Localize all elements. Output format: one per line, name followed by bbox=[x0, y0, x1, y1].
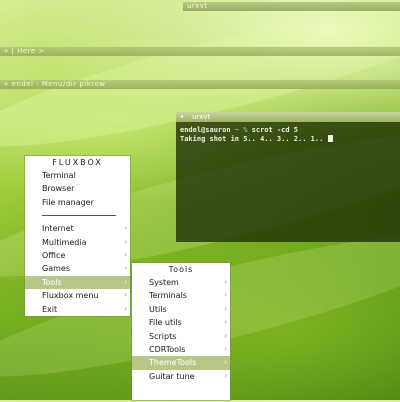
menu-item-label: System bbox=[149, 278, 179, 287]
menu-item-label: Exit bbox=[42, 304, 58, 314]
menu-item-fluxbox-menu[interactable]: Fluxbox menu › bbox=[25, 289, 130, 302]
menu-item-label: ThemeTools bbox=[149, 358, 197, 368]
window-titlebar-urxvt[interactable]: urxvt bbox=[183, 2, 400, 11]
menu-item-label: Office bbox=[42, 250, 66, 260]
menu-separator bbox=[42, 215, 116, 217]
tools-item-terminals[interactable]: Terminals › bbox=[132, 289, 230, 302]
tools-item-utils[interactable]: Utils › bbox=[132, 303, 230, 316]
chevron-right-icon: › bbox=[224, 278, 227, 286]
menu-item-label: CDRTools bbox=[149, 344, 186, 354]
chevron-right-icon: › bbox=[224, 344, 227, 353]
menu-item-label: Multimedia bbox=[42, 237, 87, 247]
menu-item-multimedia[interactable]: Multimedia › bbox=[25, 236, 130, 249]
window-titlebar[interactable]: » endel : Menu/dir pikrow bbox=[0, 80, 400, 89]
chevron-right-icon: › bbox=[224, 318, 227, 327]
command-output: Taking shot in 5.. 4.. 3.. 2.. 1.. bbox=[180, 135, 328, 143]
chevron-right-icon: › bbox=[124, 277, 127, 286]
chevron-right-icon: › bbox=[124, 264, 127, 273]
window-menu-icon[interactable]: ◂ bbox=[180, 112, 183, 122]
menu-title: Tools bbox=[168, 265, 194, 274]
menu-item-label: Guitar tune bbox=[149, 371, 195, 381]
terminal-titlebar[interactable]: ◂ urxvt bbox=[176, 112, 400, 122]
terminal-screen[interactable]: endel@sauron ~ % scrot -cd 5 Taking shot… bbox=[180, 126, 396, 242]
tools-item-cdrtools[interactable]: CDRTools › bbox=[132, 343, 230, 356]
chevron-right-icon: › bbox=[124, 224, 127, 233]
menu-item-exit[interactable]: Exit › bbox=[25, 303, 130, 316]
menu-item-office[interactable]: Office › bbox=[25, 249, 130, 262]
tools-item-guitar-tune[interactable]: Guitar tune › bbox=[132, 370, 230, 383]
menu-item-label: Fluxbox menu bbox=[42, 291, 99, 301]
menu-item-label: Internet bbox=[42, 224, 74, 234]
chevron-right-icon: › bbox=[224, 291, 227, 300]
chevron-right-icon: › bbox=[224, 371, 227, 380]
menu-item-internet[interactable]: Internet › bbox=[25, 222, 130, 235]
chevron-right-icon: › bbox=[124, 304, 127, 313]
tools-item-file-utils[interactable]: File utils › bbox=[132, 316, 230, 329]
cursor bbox=[327, 135, 333, 142]
tools-item-scripts[interactable]: Scripts › bbox=[132, 330, 230, 343]
prompt-user: endel@sauron bbox=[180, 126, 231, 134]
window-title: » endel : Menu/dir pikrow bbox=[4, 80, 106, 88]
menu-item-browser[interactable]: Browser bbox=[25, 182, 130, 195]
menu-item-label: Utils bbox=[149, 304, 167, 314]
terminal-window[interactable]: ◂ urxvt endel@sauron ~ % scrot -cd 5 Tak… bbox=[176, 112, 400, 242]
menu-item-terminal[interactable]: Terminal bbox=[25, 169, 130, 182]
chevron-right-icon: › bbox=[124, 237, 127, 246]
menu-item-games[interactable]: Games › bbox=[25, 262, 130, 275]
tools-submenu: Tools System › Terminals › Utils › File utils ›… bbox=[132, 263, 230, 400]
window-title: urxvt bbox=[187, 2, 208, 10]
menu-title: FLUXBOX bbox=[52, 158, 103, 167]
tools-item-system[interactable]: System › bbox=[132, 276, 230, 289]
command-text: scrot -cd 5 bbox=[251, 126, 299, 134]
menu-item-tools[interactable]: Tools › bbox=[25, 275, 130, 290]
menu-item-label: Tools bbox=[42, 277, 62, 287]
prompt-separator: ~ % bbox=[230, 126, 252, 134]
chevron-right-icon: › bbox=[124, 291, 127, 300]
chevron-right-icon: › bbox=[224, 304, 227, 313]
menu-item-label: Terminals bbox=[149, 291, 187, 301]
window-title: » | Here > bbox=[4, 47, 45, 55]
chevron-right-icon: › bbox=[224, 331, 227, 340]
fluxbox-menu: FLUXBOX Terminal Browser File manager In… bbox=[25, 156, 130, 316]
menu-item-label: File utils bbox=[149, 318, 182, 328]
window-titlebar[interactable]: » | Here > bbox=[0, 47, 400, 56]
menu-item-label: Scripts bbox=[149, 331, 177, 341]
chevron-right-icon: › bbox=[224, 358, 227, 367]
menu-item-file-manager[interactable]: File manager bbox=[25, 196, 130, 209]
tools-item-themetools[interactable]: ThemeTools › bbox=[132, 356, 230, 370]
terminal-title: urxvt bbox=[192, 113, 211, 121]
menu-item-label: Games bbox=[42, 264, 70, 274]
chevron-right-icon: › bbox=[124, 250, 127, 259]
